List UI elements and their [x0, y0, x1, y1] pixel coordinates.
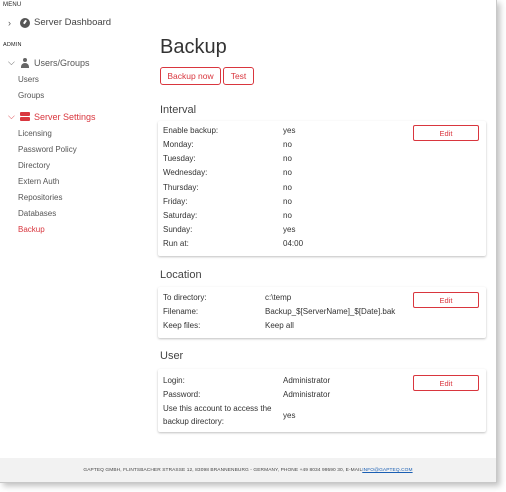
- password-label: Password:: [163, 390, 201, 399]
- friday-label: Friday:: [163, 197, 188, 206]
- sidebar-item-password-policy[interactable]: Password Policy: [18, 145, 77, 154]
- thursday-label: Thursday:: [163, 183, 199, 192]
- friday-value: no: [283, 197, 292, 206]
- user-section-title: User: [160, 350, 184, 362]
- location-card: To directory: c:\temp Filename: Backup_$…: [158, 287, 486, 338]
- run-at-label: Run at:: [163, 239, 189, 248]
- chevron-down-icon: ⌵: [8, 57, 15, 67]
- location-edit-button[interactable]: Edit: [413, 292, 479, 308]
- tuesday-value: no: [283, 154, 292, 163]
- test-button[interactable]: Test: [223, 67, 254, 85]
- chevron-right-icon: ›: [8, 17, 11, 28]
- enable-backup-label: Enable backup:: [163, 126, 219, 135]
- to-directory-label: To directory:: [163, 293, 207, 302]
- interval-section-title: Interval: [160, 104, 197, 116]
- sidebar-item-databases[interactable]: Databases: [18, 209, 56, 218]
- sidebar-group-label: Users/Groups: [34, 57, 90, 68]
- sidebar-group-users-groups[interactable]: ⌵ Users/Groups: [8, 57, 90, 68]
- sidebar-item-licensing[interactable]: Licensing: [18, 129, 52, 138]
- wednesday-value: no: [283, 168, 292, 177]
- sidebar-group-server-settings[interactable]: ⌵ Server Settings: [8, 111, 96, 122]
- account-access-value: yes: [283, 411, 296, 420]
- monday-value: no: [283, 140, 292, 149]
- sidebar-item-backup[interactable]: Backup: [18, 225, 45, 234]
- backup-now-button[interactable]: Backup now: [160, 67, 221, 85]
- footer: GAPTEQ GMBH, FLINTSBACHER STRASSE 12, 83…: [0, 458, 496, 482]
- password-value: Administrator: [283, 390, 331, 399]
- sunday-label: Sunday:: [163, 225, 193, 234]
- run-at-value: 04:00: [283, 239, 304, 248]
- filename-value: Backup_$[ServerName]_$[Date].bak: [265, 307, 396, 316]
- keep-files-label: Keep files:: [163, 321, 201, 330]
- sidebar-item-repositories[interactable]: Repositories: [18, 193, 62, 202]
- footer-email-link[interactable]: INFO@GAPTEQ.COM: [362, 468, 412, 473]
- sidebar-item-users[interactable]: Users: [18, 75, 39, 84]
- thursday-value: no: [283, 183, 292, 192]
- page-title: Backup: [160, 36, 227, 58]
- interval-card: Enable backup: yes Monday: no Tuesday: n…: [158, 121, 486, 256]
- enable-backup-value: yes: [283, 126, 296, 135]
- monday-label: Monday:: [163, 140, 194, 149]
- app-window: MENU › Server Dashboard ADMIN ⌵ Users/Gr…: [0, 0, 497, 483]
- user-edit-button[interactable]: Edit: [413, 375, 479, 391]
- wednesday-label: Wednesday:: [163, 168, 208, 177]
- to-directory-value: c:\temp: [265, 293, 292, 302]
- location-section-title: Location: [160, 269, 202, 281]
- admin-section-label: ADMIN: [3, 42, 22, 48]
- sidebar-item-extern-auth[interactable]: Extern Auth: [18, 177, 59, 186]
- sidebar-item-server-dashboard[interactable]: › Server Dashboard: [8, 17, 111, 28]
- account-access-label-line2: backup directory:: [163, 417, 224, 426]
- dashboard-icon: [20, 17, 30, 28]
- tuesday-label: Tuesday:: [163, 154, 196, 163]
- sunday-value: yes: [283, 225, 296, 234]
- login-value: Administrator: [283, 376, 331, 385]
- saturday-label: Saturday:: [163, 211, 198, 220]
- sidebar-item-label: Server Dashboard: [34, 17, 112, 28]
- footer-address: GAPTEQ GMBH, FLINTSBACHER STRASSE 12, 83…: [83, 467, 363, 473]
- keep-files-value: Keep all: [265, 321, 294, 330]
- sidebar-group-label: Server Settings: [34, 111, 96, 122]
- login-label: Login:: [163, 376, 185, 385]
- menu-section-label: MENU: [3, 2, 22, 8]
- user-icon: [20, 57, 30, 68]
- saturday-value: no: [283, 211, 292, 220]
- sidebar-item-groups[interactable]: Groups: [18, 91, 44, 100]
- chevron-down-icon: ⌵: [8, 111, 15, 121]
- account-access-label-line1: Use this account to access the: [163, 404, 272, 413]
- filename-label: Filename:: [163, 307, 199, 316]
- user-card: Login: Administrator Password: Administr…: [158, 369, 486, 432]
- sidebar-item-directory[interactable]: Directory: [18, 161, 50, 170]
- interval-edit-button[interactable]: Edit: [413, 125, 479, 141]
- server-icon: [20, 112, 30, 121]
